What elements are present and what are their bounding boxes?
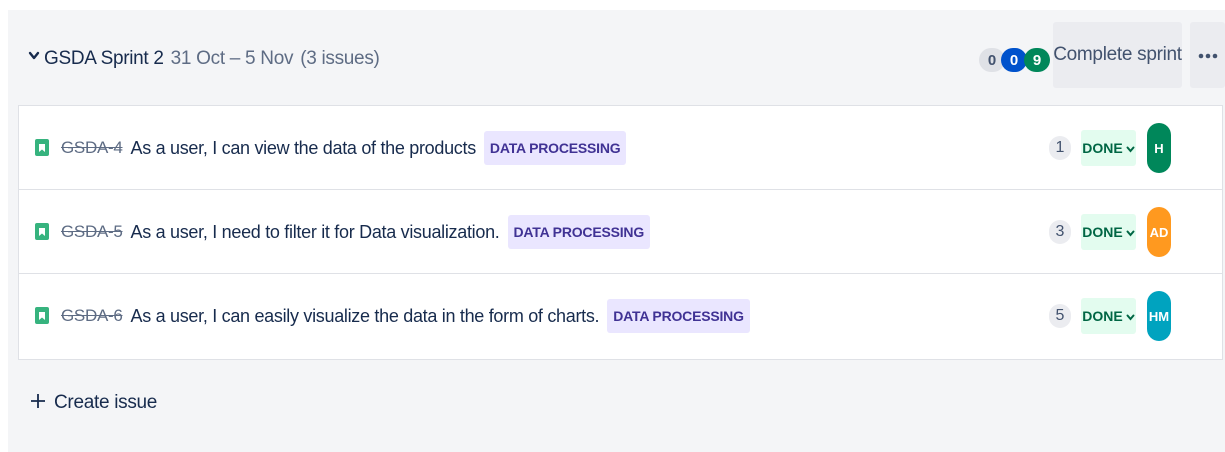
issue-row[interactable]: GSDA-6 As a user, I can easily visualize…	[19, 274, 1222, 357]
more-horizontal-icon	[1198, 46, 1218, 64]
issue-key[interactable]: GSDA-4	[61, 138, 123, 158]
story-icon	[35, 139, 49, 156]
story-points-badge: 3	[1049, 220, 1071, 244]
issue-key[interactable]: GSDA-5	[61, 222, 123, 242]
chevron-down-icon	[1126, 224, 1135, 240]
complete-sprint-button[interactable]: Complete sprint	[1053, 22, 1182, 88]
more-actions-button[interactable]	[1190, 22, 1225, 88]
sprint-name: GSDA Sprint 2	[44, 48, 164, 69]
status-dropdown[interactable]: DONE	[1081, 130, 1136, 166]
assignee-avatar[interactable]: H	[1147, 123, 1171, 173]
story-icon	[35, 223, 49, 240]
issue-summary: As a user, I can easily visualize the da…	[130, 305, 600, 326]
create-issue-button[interactable]: Create issue	[30, 388, 157, 418]
issue-summary: As a user, I need to filter it for Data …	[130, 221, 500, 242]
story-points-badge: 5	[1049, 304, 1071, 328]
create-issue-label: Create issue	[54, 392, 158, 413]
assignee-avatar[interactable]: AD	[1147, 207, 1171, 257]
story-points-badge: 1	[1049, 136, 1071, 160]
sprint-issue-count: (3 issues)	[300, 48, 380, 69]
status-label: DONE	[1082, 140, 1123, 156]
epic-label[interactable]: DATA PROCESSING	[607, 299, 750, 333]
chevron-down-icon	[1126, 308, 1135, 324]
issue-list: GSDA-4 As a user, I can view the data of…	[18, 105, 1223, 360]
sprint-header[interactable]: GSDA Sprint 2 31 Oct – 5 Nov (3 issues) …	[8, 10, 1225, 105]
status-dropdown[interactable]: DONE	[1081, 298, 1136, 334]
status-label: DONE	[1082, 308, 1123, 324]
done-count-badge: 9	[1024, 48, 1050, 72]
status-label: DONE	[1082, 224, 1123, 240]
issue-row[interactable]: GSDA-4 As a user, I can view the data of…	[19, 106, 1222, 190]
story-icon	[35, 307, 49, 324]
sprint-panel: GSDA Sprint 2 31 Oct – 5 Nov (3 issues) …	[8, 10, 1225, 452]
issue-row[interactable]: GSDA-5 As a user, I need to filter it fo…	[19, 190, 1222, 274]
issue-summary: As a user, I can view the data of the pr…	[130, 137, 477, 158]
plus-icon	[30, 393, 46, 414]
chevron-down-icon[interactable]	[26, 48, 42, 64]
sprint-title: GSDA Sprint 2 31 Oct – 5 Nov (3 issues)	[44, 46, 380, 72]
sprint-dates: 31 Oct – 5 Nov	[170, 48, 294, 69]
assignee-avatar[interactable]: HM	[1147, 291, 1171, 341]
epic-label[interactable]: DATA PROCESSING	[483, 131, 627, 165]
status-dropdown[interactable]: DONE	[1081, 214, 1136, 250]
epic-label[interactable]: DATA PROCESSING	[507, 215, 651, 249]
chevron-down-icon	[1126, 140, 1135, 156]
issue-key[interactable]: GSDA-6	[61, 306, 123, 326]
